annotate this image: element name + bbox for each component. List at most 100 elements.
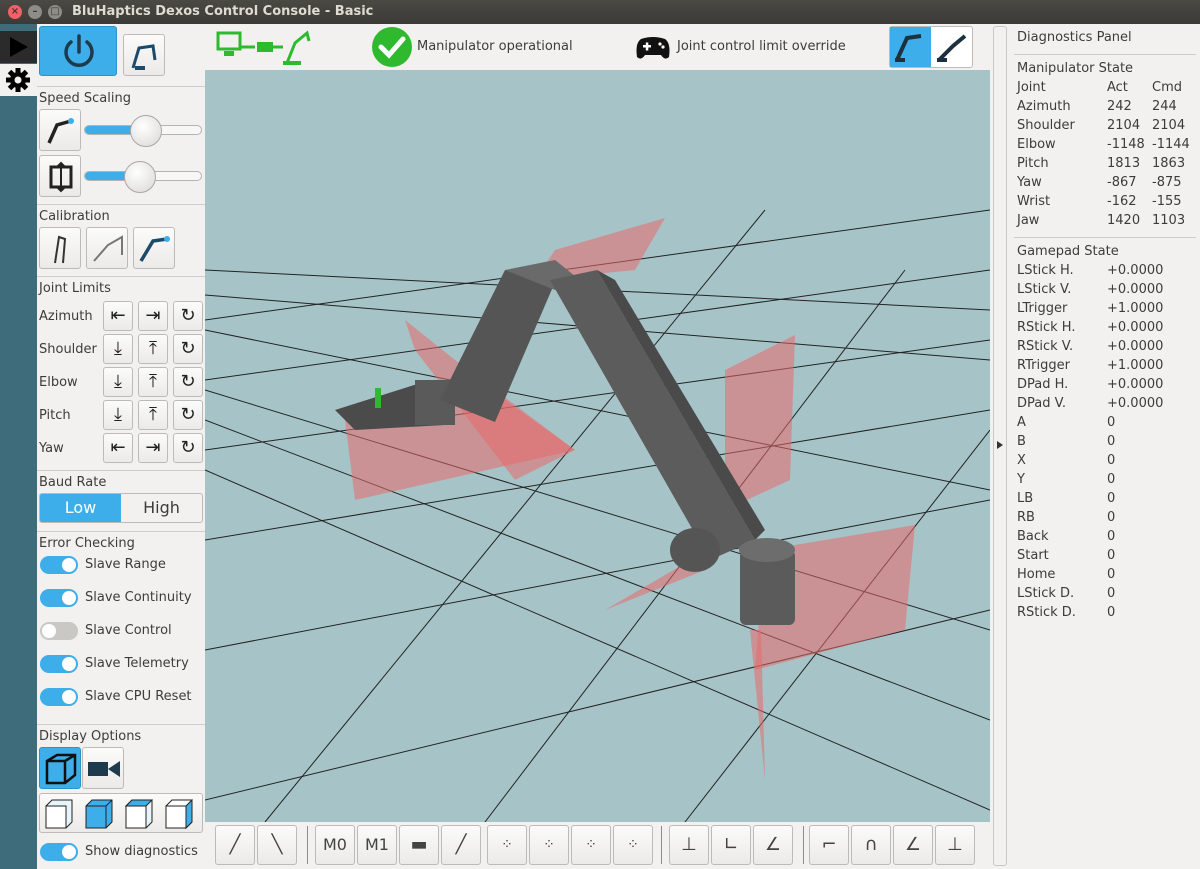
joint-name: Shoulder [1017, 118, 1075, 133]
wrist-speed-button[interactable] [39, 155, 81, 197]
azimuth-reset-limit-button[interactable]: ↻ [173, 301, 203, 331]
diagnostics-title: Diagnostics Panel [1017, 30, 1132, 45]
camera-view-button[interactable] [82, 747, 124, 789]
gamepad-input-value: 0 [1107, 491, 1116, 506]
shoulder-max-limit-button[interactable]: ⤒ [138, 334, 168, 364]
error-check-toggle[interactable] [40, 556, 78, 574]
pose-5-button[interactable]: ∩ [851, 825, 891, 865]
gamepad-row: B0 [1017, 434, 1197, 453]
show-diagnostics-toggle[interactable] [40, 843, 78, 861]
error-check-toggle[interactable] [40, 688, 78, 706]
memory-1-button[interactable]: M1 [357, 825, 397, 865]
cube-view-front-icon[interactable] [42, 796, 80, 830]
azimuth-min-limit-button[interactable]: ⇤ [103, 301, 133, 331]
joint-label: Shoulder [39, 342, 97, 357]
preset-3-button[interactable]: ⁘ [571, 825, 611, 865]
slider-handle[interactable] [124, 161, 157, 193]
yaw-min-limit-button[interactable]: ⇤ [103, 433, 133, 463]
probe-button[interactable]: ╱ [441, 825, 481, 865]
elbow-reset-limit-button[interactable]: ↻ [173, 367, 203, 397]
wrist-speed-slider[interactable] [84, 161, 202, 193]
gamepad-input-value: 0 [1107, 605, 1116, 620]
error-check-label: Slave Telemetry [85, 656, 189, 671]
gamepad-input-value: +0.0000 [1107, 282, 1164, 297]
slider-handle[interactable] [130, 115, 163, 147]
elbow-max-limit-button[interactable]: ⤒ [138, 367, 168, 397]
manipulator-row: Yaw -867 -875 [1017, 175, 1197, 194]
gamepad-input-name: A [1017, 415, 1026, 430]
gamepad-input-value: +1.0000 [1107, 301, 1164, 316]
gamepad-row: A0 [1017, 415, 1197, 434]
preset-4-button[interactable]: ⁘ [613, 825, 653, 865]
pose-icon: ⊥ [681, 834, 697, 855]
divider [1014, 237, 1196, 238]
power-button[interactable] [39, 26, 117, 76]
error-check-toggle[interactable] [40, 589, 78, 607]
pitch-min-limit-button[interactable]: ⤓ [103, 400, 133, 430]
memory-0-button[interactable]: M0 [315, 825, 355, 865]
minimize-window-button[interactable]: – [28, 5, 42, 19]
error-check-toggle[interactable] [40, 655, 78, 673]
arm-speed-button[interactable] [39, 109, 81, 151]
shoulder-min-limit-button[interactable]: ⤓ [103, 334, 133, 364]
pose-3-button[interactable]: ∠ [753, 825, 793, 865]
pitch-max-limit-button[interactable]: ⤒ [138, 400, 168, 430]
baud-rate-section: Baud Rate Low High [37, 470, 205, 528]
gamepad-row: RStick D. 0 [1017, 605, 1197, 624]
gamepad-input-name: RStick H. [1017, 320, 1076, 335]
error-check-toggle[interactable] [40, 622, 78, 640]
gamepad-input-value: +0.0000 [1107, 263, 1164, 278]
robot-arm-icon [937, 34, 967, 62]
gamepad-input-name: X [1017, 453, 1026, 468]
shoulder-reset-limit-button[interactable]: ↻ [173, 334, 203, 364]
gamepad-row: X0 [1017, 453, 1197, 472]
error-check-label: Slave Range [85, 557, 166, 572]
pose-4-button[interactable]: ⌐ [809, 825, 849, 865]
calibrate-extended-button[interactable] [86, 227, 128, 269]
calibrate-retracted-button[interactable] [39, 227, 81, 269]
maximize-window-button[interactable]: □ [48, 5, 62, 19]
yaw-max-limit-button[interactable]: ⇥ [138, 433, 168, 463]
cube-view-right-icon[interactable] [162, 796, 200, 830]
play-button[interactable] [0, 31, 37, 63]
pitch-reset-limit-button[interactable]: ↻ [173, 400, 203, 430]
section-label: Baud Rate [39, 475, 107, 490]
elbow-min-limit-button[interactable]: ⤓ [103, 367, 133, 397]
stow-arm-button[interactable] [123, 34, 165, 76]
preset-2-button[interactable]: ⁘ [529, 825, 569, 865]
azimuth-max-limit-button[interactable]: ⇥ [138, 301, 168, 331]
section-label: Joint Limits [39, 281, 111, 296]
joint-mode-button[interactable] [890, 27, 931, 67]
perspective-view-button[interactable] [39, 747, 81, 789]
arm-pose-lock-button[interactable]: ╲ [257, 825, 297, 865]
pose-2-button[interactable]: ∟ [711, 825, 751, 865]
close-window-button[interactable]: × [8, 5, 22, 19]
gamepad-input-value: +1.0000 [1107, 358, 1164, 373]
command-value: -155 [1152, 194, 1182, 209]
arm-pose-button[interactable]: ╱ [215, 825, 255, 865]
joint-name: Pitch [1017, 156, 1049, 171]
pose-1-button[interactable]: ⊥ [669, 825, 709, 865]
error-check-label: Slave CPU Reset [85, 689, 192, 704]
settings-button[interactable] [0, 64, 37, 96]
diagnostics-collapse-handle[interactable] [992, 24, 1008, 869]
pose-6-button[interactable]: ∠ [893, 825, 933, 865]
cartesian-mode-button[interactable] [932, 27, 973, 67]
preset-1-button[interactable]: ⁘ [487, 825, 527, 865]
tool-lock-button[interactable]: ▬ [399, 825, 439, 865]
baud-high-button[interactable]: High [121, 494, 202, 522]
pose-7-button[interactable]: ⊥ [935, 825, 975, 865]
arm-speed-slider[interactable] [84, 115, 202, 147]
window-title: BluHaptics Dexos Control Console - Basic [72, 4, 374, 19]
3d-viewport[interactable] [205, 70, 990, 822]
pose-icon: ∠ [904, 834, 922, 855]
cube-view-side-icon[interactable] [122, 796, 160, 830]
gamepad-input-value: 0 [1107, 510, 1116, 525]
yaw-reset-limit-button[interactable]: ↻ [173, 433, 203, 463]
calibrate-auto-button[interactable] [133, 227, 175, 269]
gamepad-input-value: 0 [1107, 472, 1116, 487]
gamepad-input-name: LTrigger [1017, 301, 1068, 316]
baud-low-button[interactable]: Low [40, 494, 121, 522]
cube-view-top-icon[interactable] [82, 796, 120, 830]
section-label: Speed Scaling [39, 91, 131, 106]
